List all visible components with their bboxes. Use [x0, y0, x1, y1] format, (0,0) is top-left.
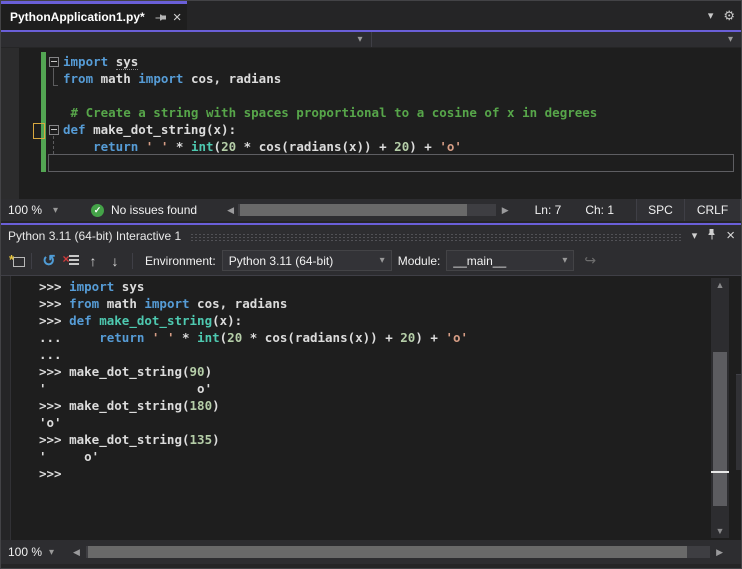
collapse-region-icon[interactable]: [49, 125, 59, 135]
issues-text: No issues found: [111, 203, 198, 217]
chevron-down-icon: ▾: [379, 255, 385, 266]
code-line: 'o': [39, 415, 62, 430]
code-line: >>> make_dot_string(180): [39, 398, 220, 413]
code-line: >>> from math import cos, radians: [39, 296, 288, 311]
navigation-bar: ▾ ▾: [1, 32, 741, 48]
interactive-toolbar: * ↺ × ↑ ↓ Environment: Python 3.11 (64-b…: [1, 246, 741, 276]
code-line: >>> def make_dot_string(x):: [39, 313, 243, 328]
code-line: return ' ' * int(20 * cos(radians(x)) + …: [93, 139, 462, 154]
redo-icon[interactable]: ↪: [584, 252, 596, 269]
clear-x-glyph: ×: [62, 252, 70, 266]
column-indicator: Ch: 1: [585, 203, 614, 217]
clear-screen-glyph: ×: [62, 252, 79, 267]
module-label: Module:: [397, 253, 441, 268]
document-tab[interactable]: PythonApplication1.py* ×: [1, 1, 187, 30]
code-line: from math import cos, radians: [63, 71, 282, 86]
editor-status-bar: 100 % ▾ ✓ No issues found ◀ ▶ Ln: 7 Ch: …: [1, 199, 741, 221]
scroll-left-icon[interactable]: ◀: [69, 547, 84, 558]
code-line: # Create a string with spaces proportion…: [63, 105, 598, 120]
titlebar-drag-grip[interactable]: [190, 232, 683, 242]
line-ending-indicator[interactable]: CRLF: [684, 199, 741, 221]
window-list-chevron-icon[interactable]: ▾: [708, 9, 714, 22]
toolbar-separator: [31, 252, 32, 269]
spaces-indicator[interactable]: SPC: [636, 199, 684, 221]
environment-box-glyph: [13, 256, 25, 267]
repl-transcript: >>> import sys >>> from math import cos, …: [1, 276, 741, 482]
code-line: ' o': [39, 381, 213, 396]
editor-code: import sys from math import cos, radians …: [1, 48, 741, 172]
module-value: __main__: [453, 253, 507, 268]
editor-zoom-select[interactable]: 100 % ▾: [1, 199, 65, 221]
scrollbar-thumb[interactable]: [87, 546, 688, 558]
code-line: import sys: [63, 54, 139, 70]
issues-indicator[interactable]: ✓ No issues found: [91, 203, 197, 217]
scroll-down-icon[interactable]: ▼: [711, 526, 729, 536]
clear-screen-icon[interactable]: ×: [60, 250, 82, 272]
code-line: >>> import sys: [39, 279, 145, 294]
history-previous-icon[interactable]: ↑: [82, 250, 104, 272]
code-line: ... return ' ' * int(20 * cos(radians(x)…: [39, 330, 469, 345]
close-icon[interactable]: ×: [726, 228, 735, 243]
window-bottom-edge: [1, 564, 741, 568]
chevron-down-icon: ▾: [727, 34, 733, 45]
interactive-repl[interactable]: >>> import sys >>> from math import cos, …: [1, 276, 741, 540]
environment-settings-icon[interactable]: *: [9, 251, 25, 268]
close-icon[interactable]: ×: [173, 10, 182, 25]
editor-horizontal-scrollbar[interactable]: [237, 204, 496, 216]
pin-icon[interactable]: [152, 13, 167, 22]
environment-spark-glyph: *: [9, 251, 15, 267]
history-next-icon[interactable]: ↓: [104, 250, 126, 272]
scroll-right-icon[interactable]: ▶: [712, 547, 727, 558]
repl-zoom-select[interactable]: 100 % ▾: [1, 540, 61, 564]
code-line: >>>: [39, 466, 70, 481]
repl-status-bar: 100 % ▾ ◀ ▶: [1, 540, 741, 564]
window-position-chevron-icon[interactable]: ▾: [692, 229, 698, 242]
chevron-down-icon: ▾: [48, 546, 54, 558]
code-line: def make_dot_string(x):: [63, 122, 237, 137]
code-line: ' o': [39, 449, 100, 464]
navbar-members-dropdown[interactable]: ▾: [370, 32, 742, 47]
check-circle-icon: ✓: [91, 203, 104, 217]
document-tab-title: PythonApplication1.py*: [10, 10, 145, 24]
code-editor[interactable]: import sys from math import cos, radians …: [1, 48, 741, 199]
collapse-region-icon[interactable]: [49, 57, 59, 67]
pin-icon[interactable]: [707, 228, 716, 243]
code-line: >>> make_dot_string(90): [39, 364, 213, 379]
tab-row-spacer: [187, 1, 708, 30]
editor-zoom-value: 100 %: [8, 203, 43, 217]
toolbar-separator: [132, 252, 133, 269]
environment-label: Environment:: [145, 253, 216, 268]
interactive-window-titlebar[interactable]: Python 3.11 (64-bit) Interactive 1 ▾ ×: [1, 225, 741, 246]
scroll-left-icon[interactable]: ◀: [223, 205, 238, 216]
vs-window: PythonApplication1.py* × ▾ ⚙ ▾ ▾ import …: [0, 0, 742, 569]
code-line: ...: [39, 347, 62, 362]
code-line: >>> make_dot_string(135): [39, 432, 220, 447]
reset-repl-icon[interactable]: ↺: [38, 250, 60, 272]
repl-zoom-value: 100 %: [8, 545, 43, 559]
chevron-down-icon: ▾: [562, 255, 568, 266]
repl-horizontal-scrollbar[interactable]: [85, 546, 711, 558]
clear-lines-glyph: [68, 255, 79, 265]
environment-select[interactable]: Python 3.11 (64-bit) ▾: [221, 250, 392, 271]
interactive-window-title: Python 3.11 (64-bit) Interactive 1: [8, 228, 182, 243]
chevron-down-icon: ▾: [357, 34, 363, 45]
line-indicator: Ln: 7: [534, 203, 562, 217]
navbar-types-dropdown[interactable]: ▾: [1, 32, 371, 47]
scrollbar-thumb[interactable]: [239, 204, 467, 216]
module-select[interactable]: __main__ ▾: [446, 250, 575, 271]
environment-value: Python 3.11 (64-bit): [228, 253, 334, 268]
document-tab-row: PythonApplication1.py* × ▾ ⚙: [1, 1, 741, 30]
chevron-down-icon: ▾: [52, 204, 58, 216]
scroll-right-icon[interactable]: ▶: [498, 205, 513, 216]
gear-icon[interactable]: ⚙: [723, 8, 735, 24]
